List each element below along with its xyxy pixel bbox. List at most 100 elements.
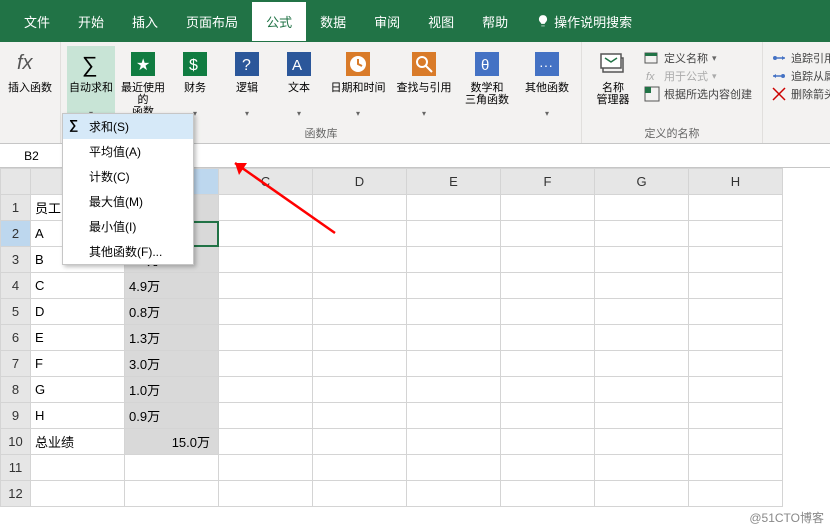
clock-icon [342, 48, 374, 80]
cell[interactable]: 0.9万 [125, 403, 219, 429]
lookup-button[interactable]: 查找与引用 ▾ [393, 46, 455, 123]
datetime-button[interactable]: 日期和时间 ▾ [327, 46, 389, 123]
col-header-D[interactable]: D [313, 169, 407, 195]
cell[interactable]: 1.3万 [125, 325, 219, 351]
col-header-H[interactable]: H [689, 169, 783, 195]
row-header[interactable]: 4 [1, 273, 31, 299]
defined-names-label: 定义的名称 [645, 123, 700, 141]
theta-icon: θ [471, 48, 503, 80]
tab-help[interactable]: 帮助 [468, 2, 522, 41]
text-button[interactable]: A 文本 ▾ [275, 46, 323, 123]
svg-text:$: $ [189, 57, 198, 74]
svg-text:θ: θ [481, 57, 489, 74]
row-header[interactable]: 11 [1, 455, 31, 481]
tab-file[interactable]: 文件 [10, 2, 64, 41]
tab-insert[interactable]: 插入 [118, 2, 172, 41]
create-from-selection-button[interactable]: 根据所选内容创建 [644, 86, 752, 102]
col-header-C[interactable]: C [219, 169, 313, 195]
group-insertfn: fx 插入函数 [0, 42, 61, 143]
name-tools: 定义名称▾ fx用于公式▾ 根据所选内容创建 [642, 46, 756, 123]
svg-text:★: ★ [136, 57, 150, 74]
cell[interactable]: 3.0万 [125, 351, 219, 377]
mathtrig-label: 数学和 三角函数 [465, 82, 509, 106]
tell-me[interactable]: 操作说明搜索 [522, 2, 646, 41]
watermark: @51CTO博客 [749, 509, 824, 526]
autosum-button[interactable]: ∑ 自动求和 ▾ [67, 46, 115, 123]
function-library-label: 函数库 [305, 123, 338, 141]
insert-function-button[interactable]: fx 插入函数 [6, 46, 54, 141]
col-header-G[interactable]: G [595, 169, 689, 195]
cell[interactable]: G [31, 377, 125, 403]
cell[interactable]: 15.0万 [125, 429, 219, 455]
more-icon: ··· [531, 48, 563, 80]
more-functions-button[interactable]: ··· 其他函数 ▾ [519, 46, 575, 123]
define-name-button[interactable]: 定义名称▾ [644, 50, 752, 66]
tell-me-label: 操作说明搜索 [554, 12, 632, 31]
cell[interactable] [219, 195, 313, 221]
cell[interactable]: C [31, 273, 125, 299]
row-header[interactable]: 12 [1, 481, 31, 507]
logical-label: 逻辑 [236, 82, 258, 106]
dd-average[interactable]: 平均值(A) [63, 139, 193, 164]
tab-layout[interactable]: 页面布局 [172, 2, 252, 41]
row-header[interactable]: 3 [1, 247, 31, 273]
sigma-icon: ∑ [75, 48, 107, 80]
ribbon-tabs: 文件 开始 插入 页面布局 公式 数据 审阅 视图 帮助 操作说明搜索 [0, 0, 830, 42]
lookup-label: 查找与引用 [397, 82, 452, 106]
tab-data[interactable]: 数据 [306, 2, 360, 41]
svg-text:···: ··· [539, 57, 553, 73]
dd-sum[interactable]: ∑求和(S) [63, 114, 193, 139]
dd-count[interactable]: 计数(C) [63, 164, 193, 189]
insert-function-label: 插入函数 [8, 82, 52, 106]
financial-label: 财务 [184, 82, 206, 106]
text-icon: A [283, 48, 315, 80]
row-header[interactable]: 7 [1, 351, 31, 377]
tab-view[interactable]: 视图 [414, 2, 468, 41]
col-header-F[interactable]: F [501, 169, 595, 195]
row-header[interactable]: 5 [1, 299, 31, 325]
dd-other[interactable]: 其他函数(F)... [63, 239, 193, 264]
select-all-corner[interactable] [1, 169, 31, 195]
svg-text:∑: ∑ [82, 52, 98, 77]
more-label: 其他函数 [525, 82, 569, 106]
cell[interactable]: 1.0万 [125, 377, 219, 403]
row-header[interactable]: 10 [1, 429, 31, 455]
trace-precedents-button[interactable]: 追踪引用单 [771, 50, 830, 66]
cell[interactable]: 总业绩 [31, 429, 125, 455]
use-in-formula-button: fx用于公式▾ [644, 68, 752, 84]
datetime-label: 日期和时间 [331, 82, 386, 106]
cell[interactable]: 4.9万 [125, 273, 219, 299]
svg-text:A: A [292, 57, 302, 74]
cell[interactable]: 0.8万 [125, 299, 219, 325]
name-manager-button[interactable]: 名称 管理器 [588, 46, 638, 123]
tab-home[interactable]: 开始 [64, 2, 118, 41]
dd-min[interactable]: 最小值(I) [63, 214, 193, 239]
remove-arrows-button[interactable]: 删除箭头▾ [771, 86, 830, 102]
row-header[interactable]: 2 [1, 221, 31, 247]
trace-dependents-button[interactable]: 追踪从属单 [771, 68, 830, 84]
cell[interactable]: H [31, 403, 125, 429]
dd-max[interactable]: 最大值(M) [63, 189, 193, 214]
mathtrig-button[interactable]: θ 数学和 三角函数 [459, 46, 515, 123]
text-label: 文本 [288, 82, 310, 106]
financial-button[interactable]: $ 财务 ▾ [171, 46, 219, 123]
autosum-label: 自动求和 [69, 82, 113, 106]
cell[interactable]: D [31, 299, 125, 325]
tag-icon [597, 48, 629, 80]
cell[interactable]: F [31, 351, 125, 377]
recent-functions-button[interactable]: ★ 最近使用的 函数 [119, 46, 167, 123]
row-header[interactable]: 1 [1, 195, 31, 221]
col-header-E[interactable]: E [407, 169, 501, 195]
tab-formulas[interactable]: 公式 [252, 2, 306, 41]
money-icon: $ [179, 48, 211, 80]
name-box[interactable]: B2 [0, 144, 64, 167]
name-manager-label: 名称 管理器 [597, 82, 630, 106]
tab-review[interactable]: 审阅 [360, 2, 414, 41]
bulb-icon [536, 14, 550, 28]
star-icon: ★ [127, 48, 159, 80]
logical-button[interactable]: ? 逻辑 ▾ [223, 46, 271, 123]
row-header[interactable]: 6 [1, 325, 31, 351]
row-header[interactable]: 8 [1, 377, 31, 403]
row-header[interactable]: 9 [1, 403, 31, 429]
cell[interactable]: E [31, 325, 125, 351]
